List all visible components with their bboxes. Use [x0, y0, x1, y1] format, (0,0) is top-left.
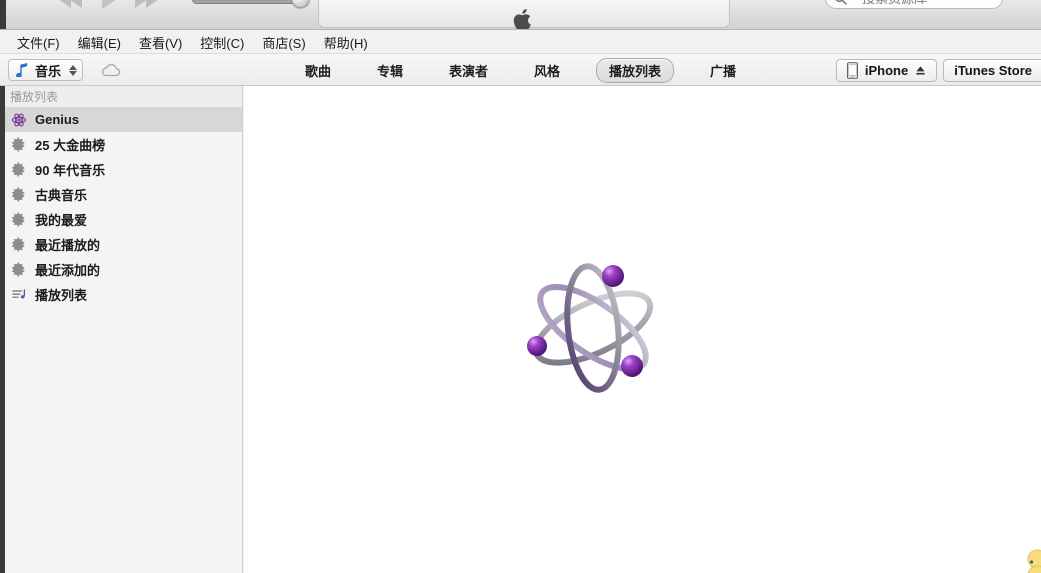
sidebar-item-label: 古典音乐	[35, 188, 88, 203]
cloud-icon[interactable]	[101, 63, 121, 77]
play-icon	[102, 0, 117, 9]
play-button[interactable]	[96, 0, 124, 10]
tab-radio[interactable]: 广播	[700, 58, 746, 83]
toolbar-right-group: iPhone iTunes Store	[835, 59, 1041, 82]
smart-playlist-gear-icon	[10, 261, 27, 278]
smart-playlist-gear-icon	[10, 161, 27, 178]
menu-item-file[interactable]: 文件(F)	[8, 31, 69, 54]
smart-playlist-gear-icon	[10, 186, 27, 203]
itunes-store-button[interactable]: iTunes Store	[943, 59, 1041, 82]
sidebar-item-label: 最近添加的	[35, 263, 101, 278]
corner-sticky-note-icon	[1027, 549, 1041, 573]
genius-atom-icon	[10, 111, 27, 128]
menu-item-edit[interactable]: 编辑(E)	[69, 31, 130, 54]
sidebar-item-my-favorites[interactable]: 我的最爱	[0, 207, 242, 232]
eject-icon[interactable]	[915, 65, 926, 76]
smart-playlist-gear-icon	[10, 136, 27, 153]
sidebar-item-genius[interactable]: Genius	[0, 107, 242, 132]
next-icon-second	[146, 0, 159, 8]
media-kind-picker[interactable]: 音乐	[8, 59, 84, 81]
menu-item-controls[interactable]: 控制(C)	[191, 31, 253, 54]
menu-item-help[interactable]: 帮助(H)	[315, 31, 377, 54]
volume-knob[interactable]	[291, 0, 310, 8]
search-box[interactable]: ▼	[825, 0, 1003, 9]
volume-slider[interactable]	[192, 0, 310, 10]
window-left-edge	[0, 0, 6, 29]
now-playing-display[interactable]	[318, 0, 730, 29]
sidebar-item-label: Genius	[35, 112, 80, 127]
playlist-note-icon	[10, 286, 27, 303]
tab-albums[interactable]: 专辑	[367, 58, 413, 83]
smart-playlist-gear-icon	[10, 236, 27, 253]
device-button-label: iPhone	[864, 63, 909, 78]
search-input[interactable]	[861, 0, 1002, 6]
tab-songs[interactable]: 歌曲	[295, 58, 341, 83]
smart-playlist-gear-icon	[10, 211, 27, 228]
iphone-icon	[846, 62, 858, 79]
sidebar-section-header: 播放列表	[0, 86, 242, 107]
media-kind-stepper-icon[interactable]	[69, 64, 78, 76]
media-kind-label: 音乐	[35, 63, 62, 79]
volume-track	[192, 0, 304, 4]
main-toolbar: 音乐 歌曲 专辑 表演者 风格 播放列表 广播 iPhone iTunes St…	[0, 54, 1041, 86]
search-icon	[836, 0, 847, 5]
stepper-down-icon	[69, 70, 78, 76]
stepper-up-icon	[69, 64, 78, 70]
music-note-icon	[16, 63, 28, 77]
itunes-window: ▼ 文件(F) 编辑(E) 查看(V) 控制(C) 商店(S) 帮助(H) 音乐	[0, 0, 1041, 573]
tab-genres[interactable]: 风格	[524, 58, 570, 83]
window-left-edge-lower	[0, 86, 5, 573]
itunes-store-label: iTunes Store	[954, 63, 1032, 78]
sidebar-item-playlist[interactable]: 播放列表	[0, 282, 242, 307]
sidebar-item-recently-added[interactable]: 最近添加的	[0, 257, 242, 282]
previous-button[interactable]	[58, 0, 86, 10]
playlists-sidebar: 播放列表 Genius 25 大金曲榜 90 年代音乐 古典音乐 我的最爱 最近…	[0, 86, 243, 573]
sidebar-item-recently-played[interactable]: 最近播放的	[0, 232, 242, 257]
menu-item-view[interactable]: 查看(V)	[130, 31, 191, 54]
sidebar-item-label: 我的最爱	[35, 213, 88, 228]
player-chrome: ▼	[0, 0, 1041, 30]
previous-icon-second	[69, 0, 82, 8]
sidebar-item-label: 播放列表	[35, 288, 88, 303]
menu-bar: 文件(F) 编辑(E) 查看(V) 控制(C) 商店(S) 帮助(H)	[0, 31, 1041, 54]
transport-controls	[58, 0, 162, 10]
sidebar-item-classical-music[interactable]: 古典音乐	[0, 182, 242, 207]
menu-item-store[interactable]: 商店(S)	[253, 31, 314, 54]
sidebar-item-label: 25 大金曲榜	[35, 138, 106, 153]
tab-artists[interactable]: 表演者	[439, 58, 498, 83]
content-area	[244, 86, 1041, 573]
sidebar-item-label: 90 年代音乐	[35, 163, 106, 178]
apple-logo-icon	[513, 9, 531, 29]
tab-playlists[interactable]: 播放列表	[596, 57, 675, 83]
device-button-iphone[interactable]: iPhone	[835, 59, 938, 82]
sidebar-item-label: 最近播放的	[35, 238, 101, 253]
sidebar-item-90s-music[interactable]: 90 年代音乐	[0, 157, 242, 182]
sidebar-item-top-25[interactable]: 25 大金曲榜	[0, 132, 242, 157]
next-button[interactable]	[134, 0, 162, 10]
genius-atom-graphic	[518, 246, 668, 406]
search-scope-caret-icon[interactable]: ▼	[850, 0, 857, 2]
